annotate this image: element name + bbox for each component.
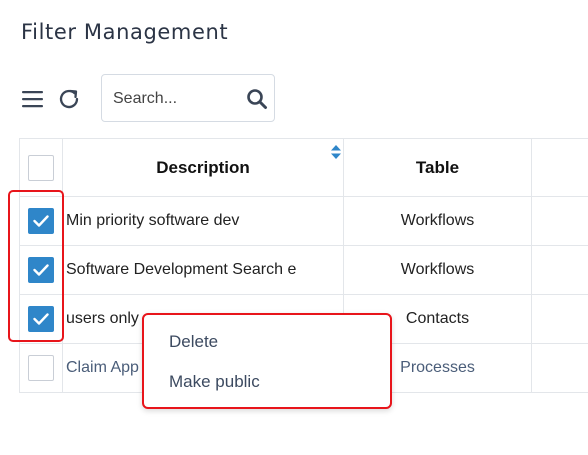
checkmark-icon [33, 313, 49, 325]
filter-management-page: Filter Management Search... Description … [0, 0, 588, 455]
page-title: Filter Management [21, 20, 229, 44]
extra-column-header [531, 138, 588, 197]
table-row[interactable]: Min priority software dev Workflows [19, 196, 588, 246]
table-row[interactable]: Software Development Search e Workflows [19, 245, 588, 295]
checkmark-icon [33, 215, 49, 227]
row-checkbox[interactable] [28, 257, 54, 283]
description-column-header[interactable]: Description [62, 138, 344, 197]
description-header-label: Description [156, 157, 250, 177]
row-extra [531, 245, 588, 295]
select-all-header [19, 138, 63, 197]
context-menu: Delete Make public [142, 313, 392, 409]
row-extra [531, 343, 588, 393]
magnifier-icon[interactable] [246, 88, 268, 110]
row-checkbox[interactable] [28, 355, 54, 381]
refresh-icon[interactable] [56, 86, 82, 112]
row-checkbox[interactable] [28, 208, 54, 234]
row-table: Workflows [343, 196, 532, 246]
search-input[interactable] [113, 87, 243, 111]
select-all-checkbox[interactable] [28, 154, 54, 181]
table-header-row: Description Table [19, 138, 588, 197]
checkmark-icon [33, 264, 49, 276]
search-box [101, 74, 275, 122]
row-checkbox[interactable] [28, 306, 54, 332]
row-extra [531, 196, 588, 246]
table-header-label: Table [415, 157, 460, 177]
make-public-menu-item[interactable]: Make public [169, 372, 260, 392]
row-description: Min priority software dev [62, 196, 344, 246]
row-description: Software Development Search e [62, 245, 344, 295]
delete-menu-item[interactable]: Delete [169, 332, 218, 352]
hamburger-menu-icon[interactable] [20, 86, 46, 112]
sort-icon[interactable] [330, 144, 342, 160]
table-column-header[interactable]: Table [343, 138, 532, 197]
row-extra [531, 294, 588, 344]
row-table: Workflows [343, 245, 532, 295]
